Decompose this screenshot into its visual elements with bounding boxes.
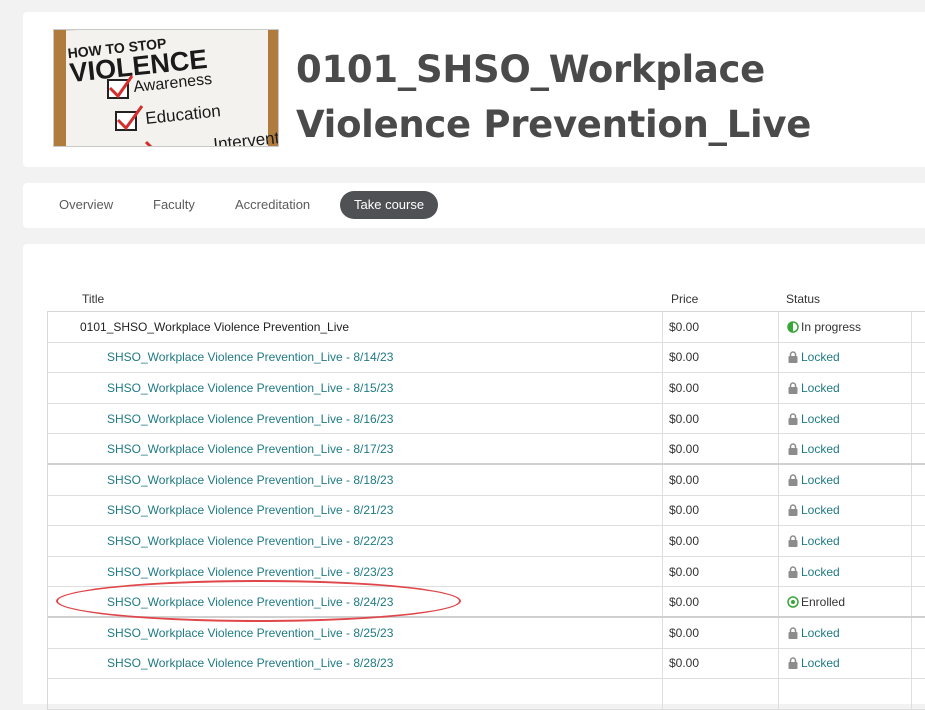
status-label: In progress [801,319,862,334]
lock-icon [788,412,798,425]
column-header-status: Status [786,292,821,306]
session-link[interactable]: SHSO_Workplace Violence Prevention_Live … [48,526,663,556]
price-cell: $0.00 [663,342,779,373]
session-link[interactable]: SHSO_Workplace Violence Prevention_Live … [48,495,663,526]
table-row[interactable]: SHSO_Workplace Violence Prevention_Live … [48,526,925,557]
lock-icon [788,504,798,517]
status-label: Locked [801,411,840,426]
in-progress-icon [787,321,799,333]
status-label: Locked [801,472,840,487]
status-cell: Locked [779,342,912,373]
status-label: Enrolled [801,594,846,609]
status-label: Locked [801,625,840,640]
session-link[interactable]: SHSO_Workplace Violence Prevention_Live … [48,617,663,648]
price-cell: $0.00 [663,403,779,434]
table-row[interactable]: SHSO_Workplace Violence Prevention_Live … [48,495,925,527]
session-link[interactable]: SHSO_Workplace Violence Prevention_Live … [48,464,663,495]
session-link[interactable]: SHSO_Workplace Violence Prevention_Live … [48,648,663,679]
status-label: Locked [801,533,840,548]
page-title: 0101_SHSO_Workplace Violence Prevention_… [296,48,812,146]
table-row[interactable]: SHSO_Workplace Violence Prevention_Live … [48,617,925,649]
status-cell: Locked [779,373,912,403]
table-row[interactable] [48,679,925,710]
lock-icon [788,351,798,364]
table-row[interactable]: SHSO_Workplace Violence Prevention_Live … [48,464,925,496]
status-cell: Enrolled [779,587,912,616]
table-row[interactable]: SHSO_Workplace Violence Prevention_Live … [48,342,925,374]
price-cell [663,679,779,709]
table-row[interactable]: SHSO_Workplace Violence Prevention_Live … [48,373,925,404]
tab-take-course[interactable]: Take course [340,191,439,219]
price-cell: $0.00 [663,617,779,648]
tab-overview[interactable]: Overview [45,191,127,219]
tab-faculty[interactable]: Faculty [139,191,209,219]
status-cell: In progress [779,312,912,342]
table-row[interactable]: SHSO_Workplace Violence Prevention_Live … [48,403,925,435]
session-link[interactable]: SHSO_Workplace Violence Prevention_Live … [48,403,663,434]
lock-icon [788,657,798,670]
lock-icon [788,474,798,486]
price-cell: $0.00 [663,373,779,403]
tab-accreditation[interactable]: Accreditation [221,191,324,219]
session-link[interactable]: SHSO_Workplace Violence Prevention_Live … [48,587,663,616]
status-label: Locked [801,564,840,579]
table-row[interactable]: SHSO_Workplace Violence Prevention_Live … [48,587,925,618]
status-cell: Locked [779,403,912,434]
status-label: Locked [801,656,840,671]
lock-icon [788,627,798,639]
status-label: Locked [801,350,840,365]
parent-course-title: 0101_SHSO_Workplace Violence Prevention_… [48,312,663,342]
table-row[interactable]: SHSO_Workplace Violence Prevention_Live … [48,556,925,588]
lock-icon [788,442,798,455]
violence-clipboard-illustration: HOW TO STOP VIOLENCE Awareness Education… [54,30,278,146]
price-cell: $0.00 [663,434,779,463]
status-label: Locked [801,503,840,518]
column-header-price: Price [671,292,699,306]
status-cell: Locked [779,617,912,648]
session-link[interactable]: SHSO_Workplace Violence Prevention_Live … [48,556,663,587]
price-cell: $0.00 [663,556,779,587]
status-cell: Locked [779,434,912,463]
session-link[interactable]: SHSO_Workplace Violence Prevention_Live … [48,342,663,373]
status-cell [779,679,912,709]
course-header: HOW TO STOP VIOLENCE Awareness Education… [23,12,925,167]
course-thumbnail: HOW TO STOP VIOLENCE Awareness Education… [53,29,279,147]
table-row: 0101_SHSO_Workplace Violence Prevention_… [48,312,925,343]
lock-icon [788,535,798,547]
status-cell: Locked [779,495,912,526]
status-label: Locked [801,380,840,395]
lock-icon [788,565,798,578]
session-link[interactable]: SHSO_Workplace Violence Prevention_Live … [48,373,663,403]
price-cell: $0.00 [663,526,779,556]
table-row[interactable]: SHSO_Workplace Violence Prevention_Live … [48,434,925,465]
price-cell: $0.00 [663,495,779,526]
session-link[interactable]: SHSO_Workplace Violence Prevention_Live … [48,434,663,463]
course-sessions-table: 0101_SHSO_Workplace Violence Prevention_… [47,311,925,710]
price-cell: $0.00 [663,312,779,342]
price-cell: $0.00 [663,587,779,616]
column-header-title: Title [82,292,105,306]
status-cell: Locked [779,526,912,556]
status-label: Locked [801,441,840,456]
course-tabs: Overview Faculty Accreditation Take cour… [23,183,925,228]
lock-icon [788,382,798,394]
table-row[interactable]: SHSO_Workplace Violence Prevention_Live … [48,648,925,680]
enrolled-icon [787,595,799,608]
status-cell: Locked [779,464,912,495]
price-cell: $0.00 [663,464,779,495]
session-link[interactable] [48,679,663,709]
price-cell: $0.00 [663,648,779,679]
status-cell: Locked [779,648,912,679]
status-cell: Locked [779,556,912,587]
